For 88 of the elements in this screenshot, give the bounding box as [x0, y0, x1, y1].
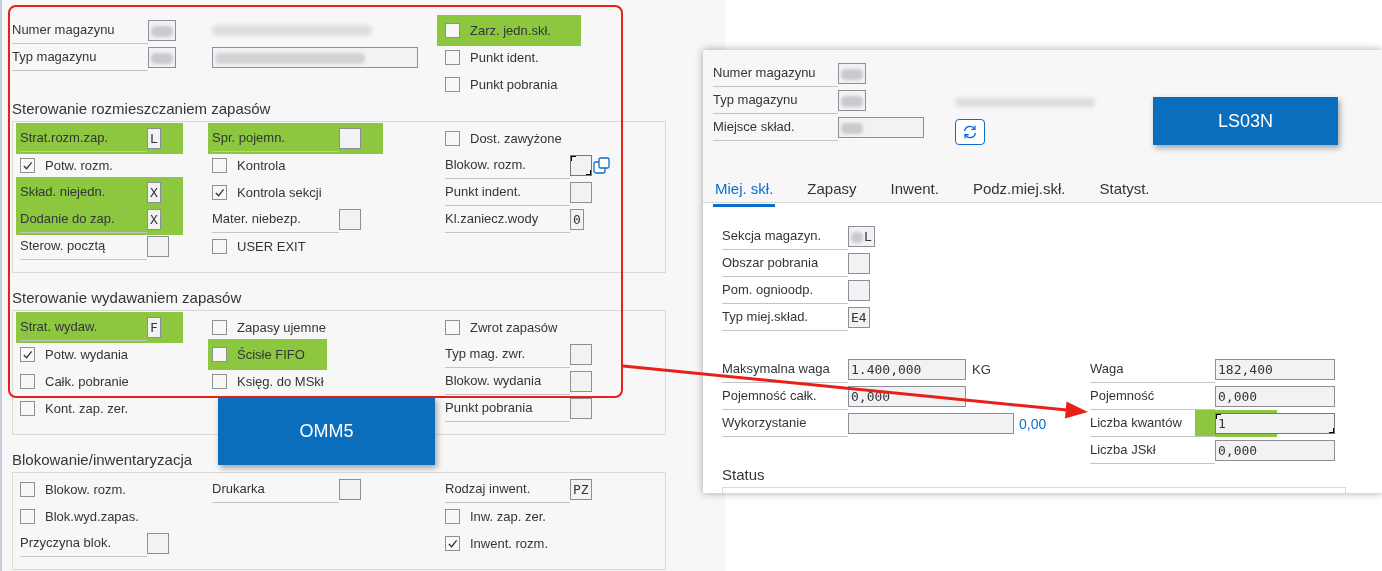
input-field[interactable]: F: [147, 317, 161, 338]
checkbox[interactable]: [20, 401, 35, 416]
checkbox[interactable]: [212, 320, 227, 335]
checkmark-icon: [447, 538, 458, 549]
tab[interactable]: Podz.miej.skł.: [970, 174, 1068, 207]
transaction-callout: LS03N: [1153, 97, 1338, 145]
checkbox-label: Kontrola sekcji: [237, 185, 322, 200]
input-field[interactable]: [838, 63, 866, 84]
section-title: Sterowanie wydawaniem zapasów: [12, 288, 243, 308]
input-field[interactable]: [848, 280, 870, 301]
input-field[interactable]: 1: [1215, 413, 1335, 434]
checkbox-label: Całk. pobranie: [45, 374, 129, 389]
checkbox[interactable]: [445, 131, 460, 146]
input-field[interactable]: [838, 117, 924, 138]
checkbox[interactable]: [20, 374, 35, 389]
checkbox[interactable]: [445, 23, 460, 38]
section-title: Blokowanie/inwentaryzacja: [12, 450, 194, 470]
checkbox-label: Inw. zap. zer.: [470, 509, 546, 524]
input-field[interactable]: 1.400,000: [848, 359, 966, 380]
checkbox[interactable]: [445, 50, 460, 65]
checkmark-icon: [22, 160, 33, 171]
input-field[interactable]: [339, 128, 361, 149]
checkbox-label: Inwent. rozm.: [470, 536, 549, 551]
checkbox-label: Punkt pobrania: [470, 77, 558, 92]
input-field[interactable]: 0: [570, 209, 584, 230]
input-field[interactable]: X: [147, 209, 161, 230]
value-help-icon[interactable]: [593, 156, 611, 175]
checkbox-label: Blokow. rozm.: [45, 482, 126, 497]
checkbox[interactable]: [212, 374, 227, 389]
checkbox[interactable]: [20, 509, 35, 524]
checkbox-label: Blok.wyd.zapas.: [45, 509, 139, 524]
input-field[interactable]: X: [147, 182, 161, 203]
input-field[interactable]: [838, 90, 866, 111]
refresh-button[interactable]: [955, 119, 985, 145]
checkbox[interactable]: [212, 347, 227, 362]
checkbox[interactable]: [445, 536, 460, 551]
checkbox[interactable]: [212, 185, 227, 200]
tab[interactable]: Zapasy: [805, 174, 859, 207]
input-field[interactable]: 182,400: [1215, 359, 1335, 380]
refresh-icon: [961, 123, 979, 141]
input-field[interactable]: [148, 20, 176, 41]
checkbox[interactable]: [445, 509, 460, 524]
checkbox[interactable]: [20, 482, 35, 497]
input-field[interactable]: [212, 47, 418, 68]
checkmark-icon: [22, 349, 33, 360]
tab[interactable]: Statyst.: [1097, 174, 1152, 207]
tab[interactable]: Inwent.: [888, 174, 941, 207]
input-field[interactable]: [570, 344, 592, 365]
usage-reading: 0,00: [1019, 415, 1047, 432]
input-field[interactable]: [570, 182, 592, 203]
checkbox[interactable]: [445, 320, 460, 335]
checkbox-label: Potw. wydania: [45, 347, 129, 362]
input-field[interactable]: [570, 398, 592, 419]
checkbox-label: Ścisłe FIFO: [237, 347, 305, 362]
checkbox-label: Kontrola: [237, 158, 286, 173]
input-field[interactable]: E4: [848, 307, 870, 328]
section-title: Status: [722, 465, 766, 485]
input-field[interactable]: [848, 253, 870, 274]
checkbox[interactable]: [212, 239, 227, 254]
input-field[interactable]: L: [848, 226, 875, 247]
input-field[interactable]: [570, 155, 592, 176]
checkbox-label: Dost. zawyżone: [470, 131, 562, 146]
input-field[interactable]: 0,000: [1215, 440, 1335, 461]
checkbox-label: Punkt ident.: [470, 50, 539, 65]
input-field[interactable]: [339, 479, 361, 500]
checkbox-label: Zapasy ujemne: [237, 320, 326, 335]
checkbox-label: USER EXIT: [237, 239, 306, 254]
transaction-callout: OMM5: [218, 397, 435, 465]
checkbox[interactable]: [20, 158, 35, 173]
checkbox-label: Zwrot zapasów: [470, 320, 558, 335]
input-field[interactable]: 0,000: [1215, 386, 1335, 407]
checkbox[interactable]: [20, 347, 35, 362]
tab[interactable]: Miej. skł.: [713, 174, 776, 207]
input-field[interactable]: [147, 533, 169, 554]
checkmark-icon: [214, 187, 225, 198]
checkbox[interactable]: [212, 158, 227, 173]
input-field[interactable]: [339, 209, 361, 230]
input-field[interactable]: PZ: [570, 479, 592, 500]
input-field[interactable]: L: [147, 128, 161, 149]
checkbox-label: Zarz. jedn.skł.: [470, 23, 551, 38]
input-field[interactable]: [570, 371, 592, 392]
checkbox-label: Kont. zap. zer.: [45, 401, 129, 416]
input-field[interactable]: [148, 47, 176, 68]
input-field[interactable]: [147, 236, 169, 257]
checkbox-label: Księg. do MSkł: [237, 374, 324, 389]
checkbox[interactable]: [445, 77, 460, 92]
unit-label: KG: [972, 362, 991, 377]
checkbox-label: Potw. rozm.: [45, 158, 113, 173]
